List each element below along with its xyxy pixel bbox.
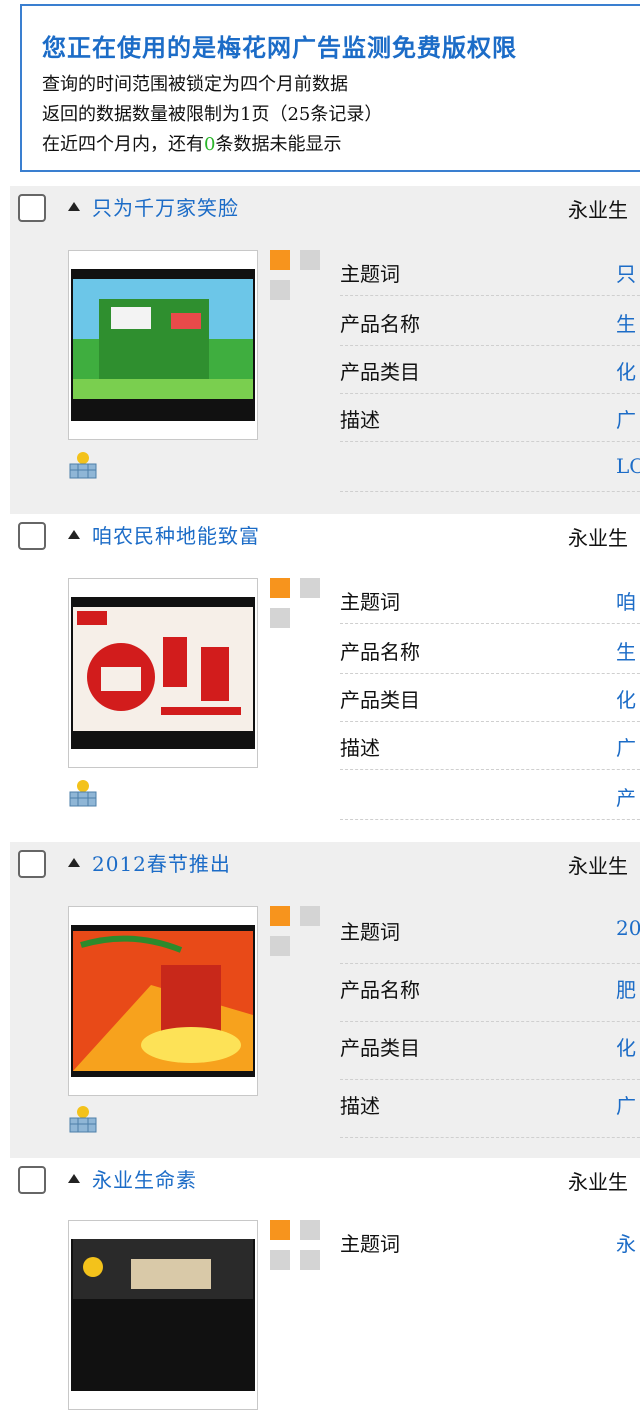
notice-time-range: 查询的时间范围被锁定为四个月前数据 (42, 74, 348, 95)
ad-record: 2012春节推出 永业生 主题词 20 产品名称肥 产品类目化 描述广 (10, 842, 640, 1158)
record-title[interactable]: 只为千万家笑脸 (92, 192, 239, 221)
basket-icon[interactable] (66, 450, 100, 484)
basket-icon[interactable] (66, 778, 100, 812)
grey-square-icon[interactable] (270, 936, 290, 956)
grey-square-icon[interactable] (300, 250, 320, 270)
record-brand: 永业生 (568, 526, 628, 550)
grey-square-icon[interactable] (300, 1220, 320, 1240)
grey-square-icon[interactable] (300, 578, 320, 598)
ad-record: 咱农民种地能致富 永业生 主题词咱 产品名称生 产品类目化 描述广 产 (10, 514, 640, 842)
orange-square-icon[interactable] (270, 1220, 290, 1240)
record-brand: 永业生 (568, 1170, 628, 1194)
record-checkbox[interactable] (18, 1166, 46, 1194)
collapse-triangle-icon[interactable] (68, 202, 80, 211)
field-product-name: 产品名称生 (340, 298, 640, 346)
field-product-category: 产品类目化 (340, 674, 640, 722)
collapse-triangle-icon[interactable] (68, 530, 80, 539)
ad-thumbnail[interactable] (68, 578, 258, 768)
field-description: 描述广 (340, 1078, 640, 1138)
field-keyword: 主题词咱 (340, 576, 640, 624)
free-version-notice: 您正在使用的是梅花网广告监测免费版权限 查询的时间范围被锁定为四个月前数据 返回… (20, 4, 640, 172)
field-product-category: 产品类目化 (340, 346, 640, 394)
record-brand: 永业生 (568, 854, 628, 878)
field-keyword: 主题词只 (340, 248, 640, 296)
ad-record: 永业生命素 永业生 主题词永 (10, 1158, 640, 1410)
ad-thumbnail[interactable] (68, 906, 258, 1096)
ad-thumbnail[interactable] (68, 1220, 258, 1410)
field-keyword: 主题词永 (340, 1232, 636, 1256)
grey-square-icon[interactable] (270, 608, 290, 628)
record-brand: 永业生 (568, 198, 628, 222)
record-title[interactable]: 永业生命素 (92, 1164, 197, 1193)
record-checkbox[interactable] (18, 850, 46, 878)
field-product-name: 产品名称肥 (340, 962, 640, 1022)
record-title[interactable]: 2012春节推出 (92, 848, 231, 877)
field-extra: 产 (340, 772, 640, 820)
field-product-name: 产品名称生 (340, 626, 640, 674)
basket-icon[interactable] (66, 1104, 100, 1138)
grey-square-icon[interactable] (300, 1250, 320, 1270)
field-extra: LO (340, 444, 640, 492)
field-keyword: 主题词 20 (340, 904, 640, 964)
record-checkbox[interactable] (18, 194, 46, 222)
grey-square-icon[interactable] (300, 906, 320, 926)
grey-square-icon[interactable] (270, 1250, 290, 1270)
notice-record-limit: 返回的数据数量被限制为1页（25条记录） (42, 104, 383, 125)
orange-square-icon[interactable] (270, 250, 290, 270)
ad-record: 只为千万家笑脸 永业生 主题词只 产品名称生 产品类目化 描述广 LO (10, 186, 640, 514)
collapse-triangle-icon[interactable] (68, 1174, 80, 1183)
field-description: 描述广 (340, 722, 640, 770)
grey-square-icon[interactable] (270, 280, 290, 300)
ad-thumbnail[interactable] (68, 250, 258, 440)
record-checkbox[interactable] (18, 522, 46, 550)
field-description: 描述广 (340, 394, 640, 442)
collapse-triangle-icon[interactable] (68, 858, 80, 867)
orange-square-icon[interactable] (270, 906, 290, 926)
record-title[interactable]: 咱农民种地能致富 (92, 520, 260, 549)
field-product-category: 产品类目化 (340, 1020, 640, 1080)
orange-square-icon[interactable] (270, 578, 290, 598)
hidden-count-number: 0 (204, 134, 216, 155)
notice-title: 您正在使用的是梅花网广告监测免费版权限 (42, 33, 517, 62)
notice-hidden-count: 在近四个月内，还有0条数据未能显示 (42, 134, 342, 155)
